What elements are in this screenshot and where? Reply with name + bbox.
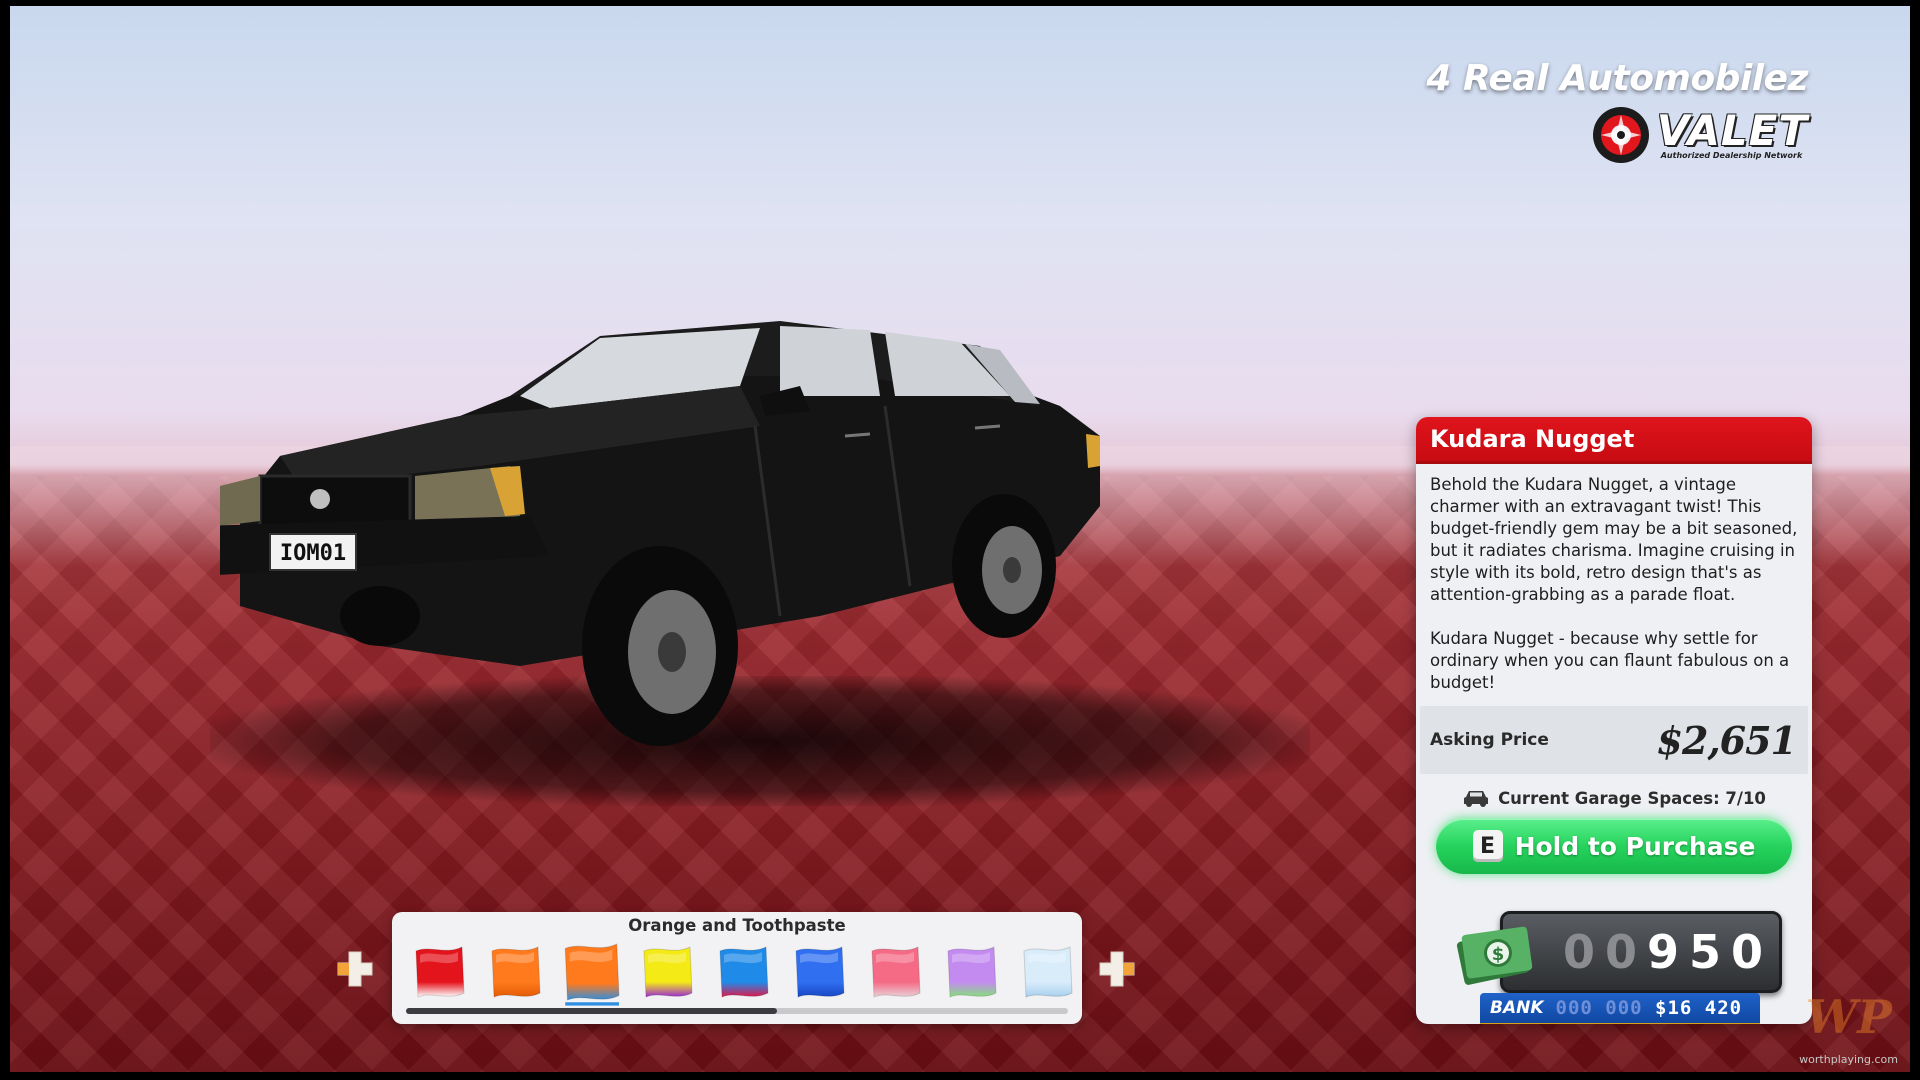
description-tagline: Kudara Nugget - because why settle for o… — [1430, 629, 1790, 692]
counter-digit: 0 — [1730, 925, 1763, 979]
paint-swatch-pink[interactable] — [866, 941, 924, 1003]
watermark-logo: WP — [1805, 990, 1892, 1044]
asking-price-row: Asking Price $2,651 — [1420, 706, 1808, 774]
paint-swatch-blue-red[interactable] — [714, 941, 772, 1003]
dpad-right-icon[interactable] — [1098, 950, 1136, 988]
keyboard-e-icon: E — [1472, 830, 1503, 862]
watermark-site: worthplaying.com — [1799, 1053, 1898, 1066]
garage-spaces: Current Garage Spaces: 7/10 — [1416, 788, 1812, 808]
counter-digit: 9 — [1646, 925, 1679, 979]
garage-spaces-text: Current Garage Spaces: 7/10 — [1498, 788, 1766, 808]
car-icon — [1464, 791, 1489, 807]
swatch-row — [392, 941, 1082, 1006]
counter-digit: 0 — [1604, 925, 1637, 979]
dealer-branding: 4 Real Automobilez VALET Authorized Deal… — [1426, 58, 1808, 165]
car-model[interactable]: IOM01 — [220, 316, 1340, 796]
selected-color-name: Orange and Toothpaste — [628, 916, 846, 935]
paint-swatch-lilac-green[interactable] — [942, 941, 1000, 1003]
counter-digit: 0 — [1562, 925, 1595, 979]
license-plate: IOM01 — [280, 541, 346, 566]
cash-counter: 0 0 9 5 0 — [1500, 911, 1782, 993]
paint-swatch-ice[interactable] — [1018, 941, 1076, 1003]
valet-logo: VALET Authorized Dealership Network — [1426, 105, 1808, 165]
bank-label: BANK — [1490, 998, 1544, 1018]
bank-value-dim: 000 000 — [1555, 997, 1643, 1019]
bank-value: 000 000 $16 420 — [1556, 997, 1743, 1019]
valet-wordmark: VALET — [1656, 105, 1808, 155]
scroll-thumb[interactable] — [406, 1008, 777, 1014]
description-paragraph: Behold the Kudara Nugget, a vintage char… — [1430, 475, 1798, 604]
svg-text:$: $ — [1492, 944, 1505, 965]
purchase-label: Hold to Purchase — [1514, 831, 1756, 861]
bank-balance: BANK 000 000 $16 420 — [1480, 993, 1760, 1024]
price-label: Asking Price — [1430, 730, 1549, 750]
dealer-name: 4 Real Automobilez — [1426, 58, 1808, 99]
paint-color-picker: Orange and Toothpaste — [392, 912, 1082, 1024]
paint-swatch-sparkle-blue[interactable] — [790, 941, 848, 1003]
tire-wheel-icon — [1592, 107, 1649, 163]
dpad-left-icon[interactable] — [336, 950, 374, 988]
cash-stack-icon: $ — [1456, 926, 1533, 985]
paint-swatch-orange[interactable] — [486, 941, 544, 1003]
paint-swatch-orange-toothpaste[interactable] — [559, 937, 624, 1006]
vehicle-description: Behold the Kudara Nugget, a vintage char… — [1416, 464, 1812, 706]
wallet-display: 0 0 9 5 0 $ BANK 000 000 $16 420 — [1454, 911, 1784, 1024]
vehicle-title: Kudara Nugget — [1416, 417, 1812, 464]
hold-to-purchase-button[interactable]: E Hold to Purchase — [1436, 818, 1792, 874]
counter-digit: 5 — [1688, 925, 1721, 979]
site-watermark: WP worthplaying.com — [1799, 981, 1898, 1066]
vehicle-info-panel: Kudara Nugget Behold the Kudara Nugget, … — [1416, 417, 1812, 1024]
paint-swatch-yellow-purple[interactable] — [638, 941, 696, 1003]
valet-tagline: Authorized Dealership Network — [1660, 150, 1803, 160]
price-value: $2,651 — [1656, 717, 1797, 763]
bank-value-amount: $16 420 — [1655, 997, 1743, 1019]
swatch-scrollbar[interactable] — [406, 1008, 1068, 1014]
paint-swatch-red[interactable] — [410, 941, 468, 1003]
